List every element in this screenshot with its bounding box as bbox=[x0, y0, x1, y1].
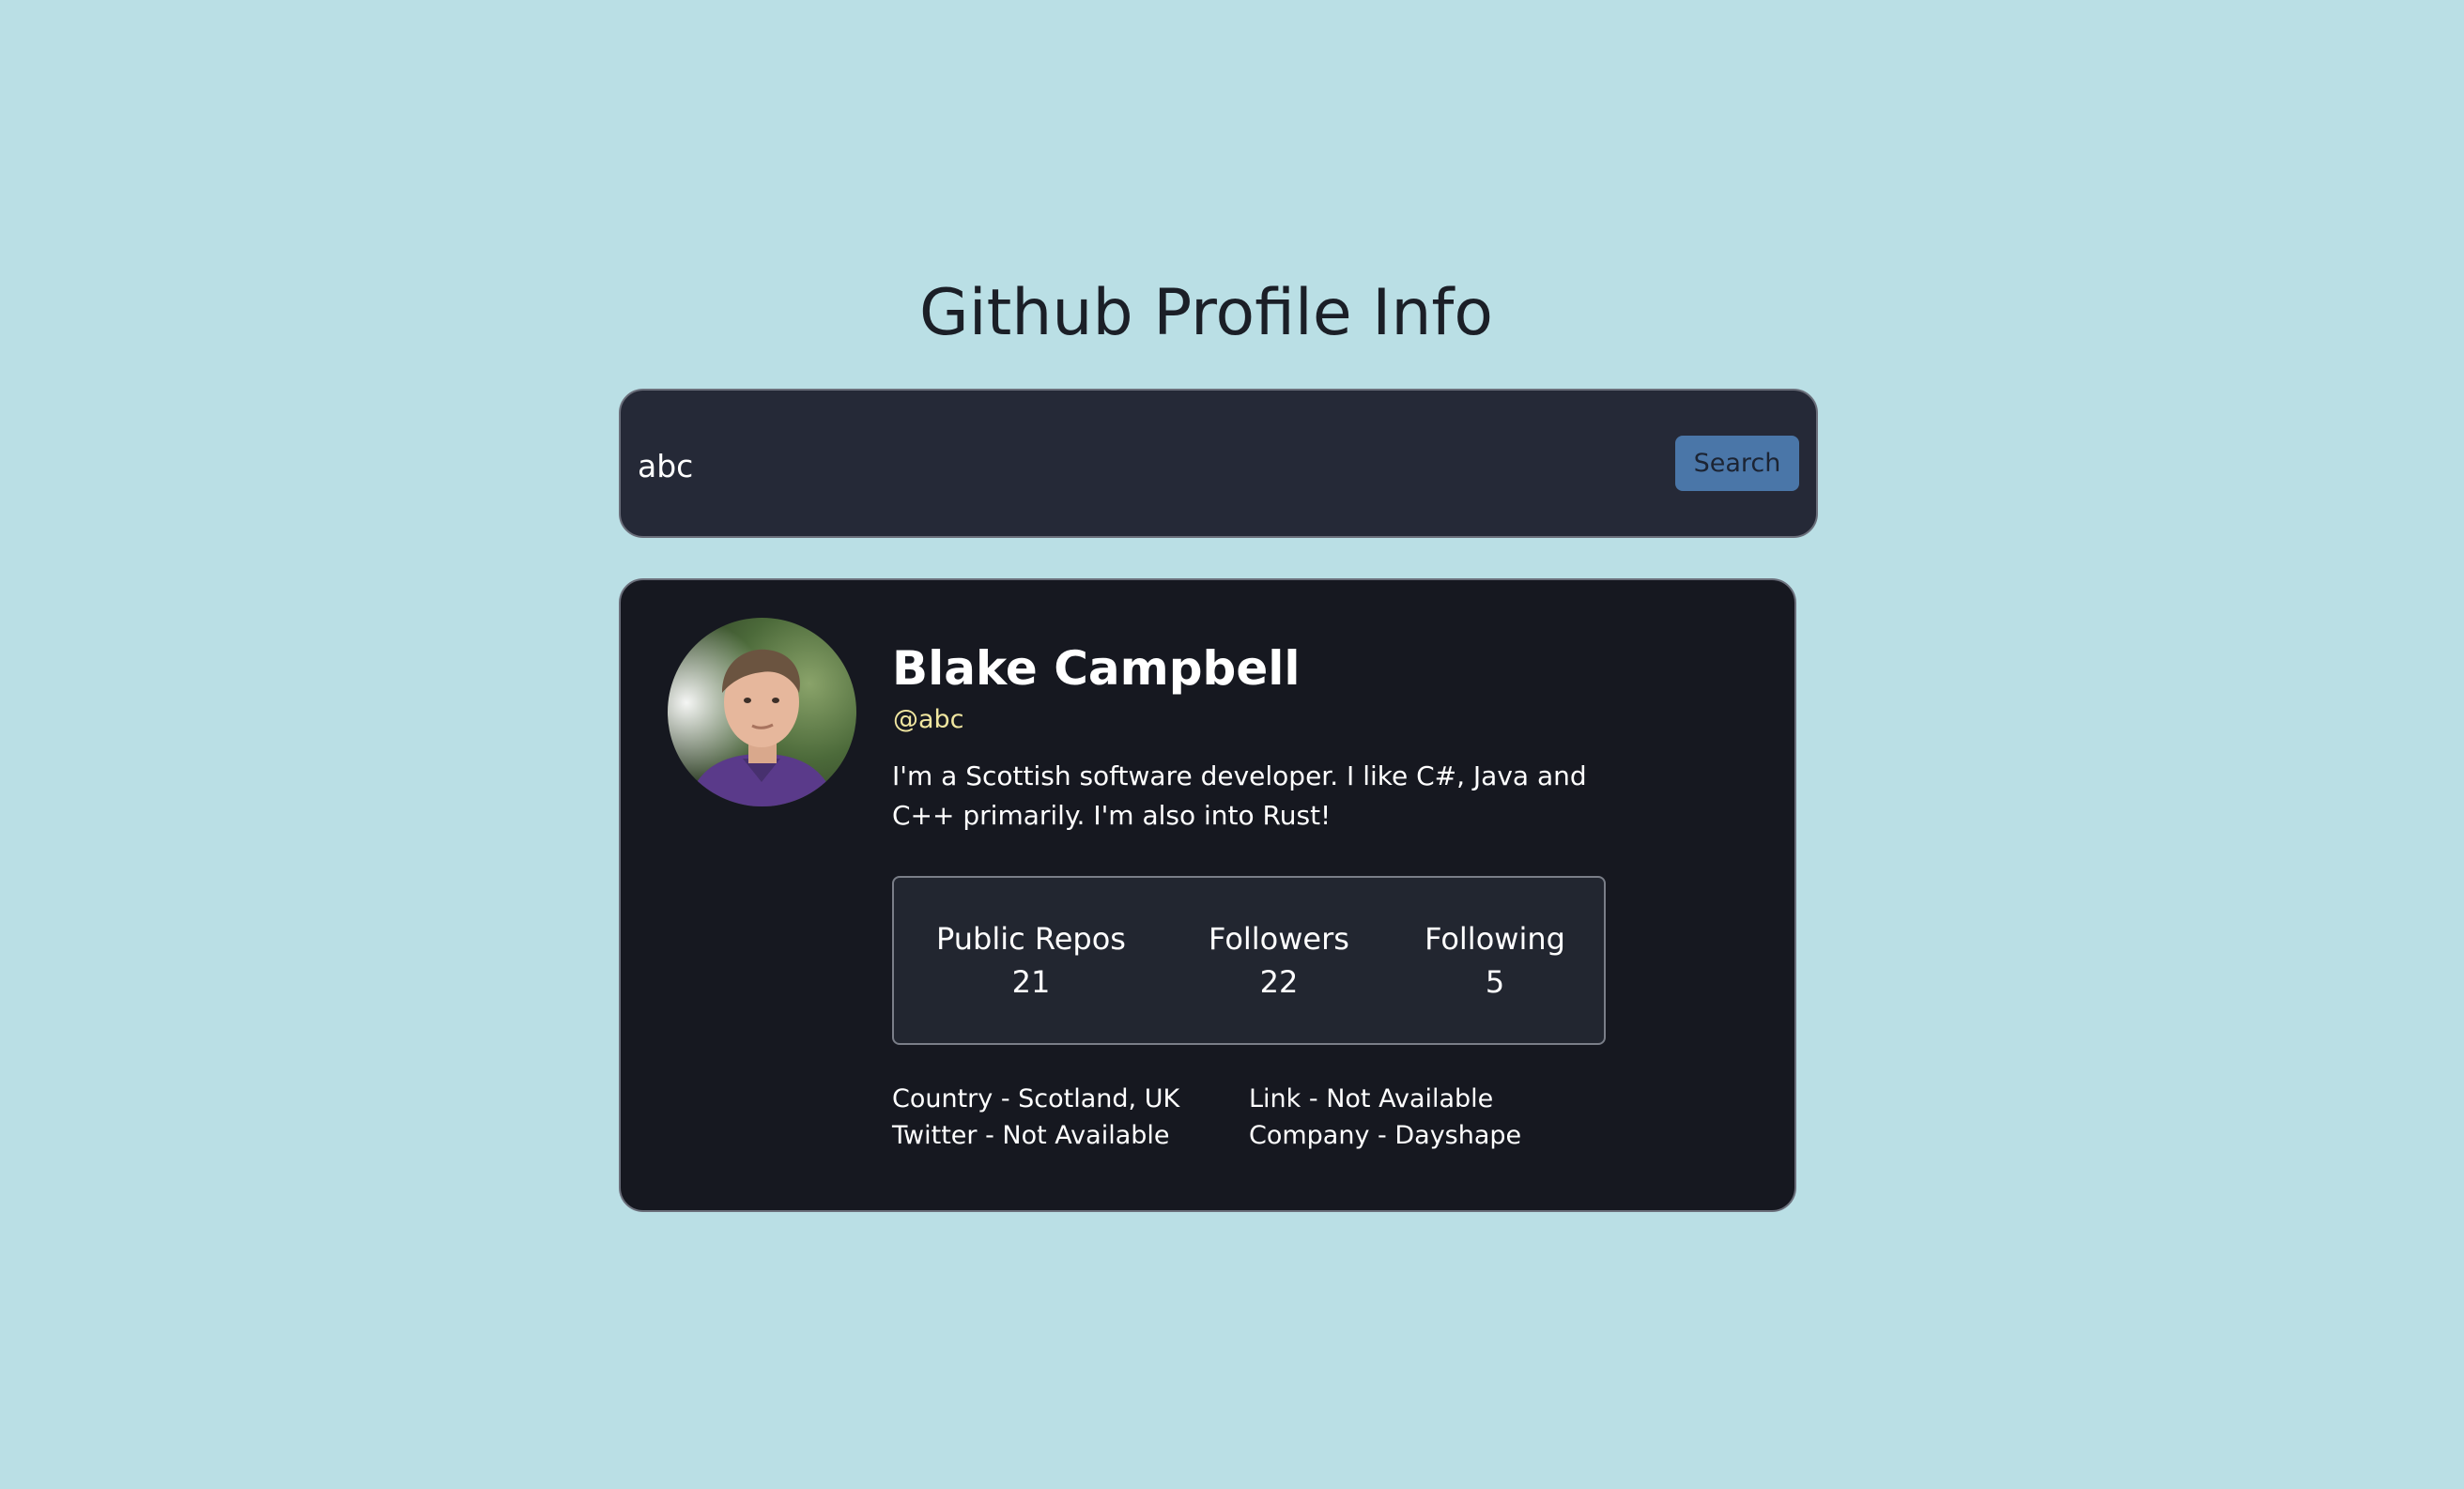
stat-value: 22 bbox=[1259, 964, 1299, 1000]
stat-value: 5 bbox=[1485, 964, 1505, 1000]
profile-card: Blake Campbell @abc I'm a Scottish softw… bbox=[619, 578, 1796, 1212]
stats-box: Public Repos 21 Followers 22 Following 5 bbox=[892, 876, 1606, 1045]
stat-followers: Followers 22 bbox=[1176, 917, 1382, 1004]
detail-twitter: Twitter - Not Available bbox=[892, 1121, 1170, 1150]
stat-label: Followers bbox=[1209, 921, 1349, 957]
detail-company: Company - Dayshape bbox=[1249, 1121, 1522, 1150]
search-button[interactable]: Search bbox=[1675, 436, 1799, 491]
stat-label: Public Repos bbox=[936, 921, 1126, 957]
avatar-photo bbox=[668, 618, 856, 806]
avatar bbox=[668, 618, 856, 806]
search-bar: Search bbox=[619, 389, 1818, 538]
page-title: Github Profile Info bbox=[919, 276, 1493, 350]
stat-following: Following 5 bbox=[1401, 917, 1589, 1004]
search-input[interactable] bbox=[638, 419, 1614, 513]
profile-name: Blake Campbell bbox=[892, 641, 1301, 696]
stat-label: Following bbox=[1424, 921, 1565, 957]
profile-bio: I'm a Scottish software developer. I lik… bbox=[892, 760, 1587, 831]
stat-value: 21 bbox=[1011, 964, 1051, 1000]
detail-link: Link - Not Available bbox=[1249, 1084, 1494, 1113]
detail-country: Country - Scotland, UK bbox=[892, 1084, 1180, 1113]
stat-public-repos: Public Repos 21 bbox=[928, 917, 1134, 1004]
profile-username: @abc bbox=[893, 705, 964, 734]
